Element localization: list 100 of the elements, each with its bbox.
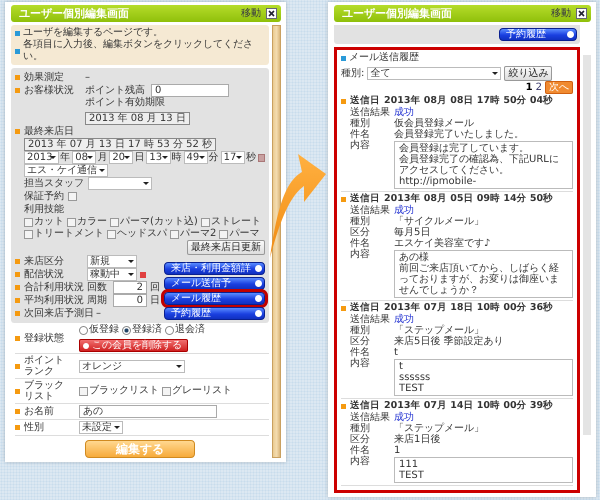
scrollbar[interactable] [272,25,281,458]
field-label: 件名 [350,129,371,140]
checkbox-label: カラー [77,216,107,228]
checkbox[interactable] [200,218,210,226]
play-icon [255,280,262,287]
square-bullet-icon [15,75,20,80]
field-label: 担当スタッフ [24,178,84,190]
checkbox[interactable] [79,386,88,396]
nav-button[interactable]: 来店・利用金額詳 [164,262,265,275]
page-link[interactable]: 2 [536,82,542,94]
checkbox[interactable] [24,230,33,238]
field-value: 来店1日後 [394,434,442,445]
nav-button[interactable]: メール送信予 [164,277,265,290]
field-label: 種別 [350,423,371,434]
checkbox-label: グレーリスト [172,385,232,397]
info-text: 各項目に入力後、編集ボタンをクリックしてください。 [23,39,254,63]
delete-button[interactable]: この会員を削除する [79,339,188,352]
status-link[interactable]: 成功 [394,412,573,423]
name-field[interactable]: あの [79,405,217,418]
dropdown[interactable] [88,177,152,190]
play-icon [255,295,262,302]
section-title: メール送信履歴 [349,52,419,64]
message-field[interactable]: 111 TEST [394,457,573,483]
square-bullet-icon [15,259,20,264]
checkbox-label: パーマ [229,228,260,240]
sent-date: 2013年 08月 08日 17時 50分 04秒 [384,95,554,106]
scrollbar[interactable] [583,55,591,435]
checkbox[interactable] [219,230,228,238]
checkbox[interactable] [170,230,179,238]
field-label: 最終来店日 [24,126,74,138]
dropdown[interactable]: エス・ケイ通信 [24,164,108,177]
dropdown[interactable]: 49 [184,151,208,164]
field-label: 送信結果 [350,412,391,423]
move-link[interactable]: 移動 [241,8,261,20]
checkbox-label: ヘッドスパ [117,228,167,240]
nav-button[interactable]: メール履歴 [164,292,265,305]
page-link[interactable]: 1 [526,82,533,94]
field-value: 1 [394,445,402,456]
radio-button[interactable] [79,326,88,334]
update-button[interactable]: 最終来店日更新 [187,240,265,255]
field-label: お客様状況 [24,84,74,96]
checkbox[interactable] [24,218,33,226]
dropdown[interactable]: 13 [146,151,171,164]
field-label: 送信結果 [350,205,391,216]
message-field[interactable]: 会員登録は完了しています。 会員登録完了の確認為、下記URLにアクセスしてください。 http://ipmobile- [394,141,573,189]
status-link[interactable]: 成功 [394,107,573,118]
dropdown[interactable]: オレンジ [79,360,185,372]
square-bullet-icon [15,285,20,290]
message-field[interactable]: t ssssss TEST [394,359,573,396]
dropdown[interactable]: 全て [367,67,502,80]
radio-button[interactable] [122,326,131,334]
dropdown[interactable]: 08 [72,151,96,164]
field-label: 送信結果 [350,314,391,325]
field-value: t [394,347,399,358]
checkbox-label: パーマ(カット込) [120,216,198,228]
field-label: お名前 [24,406,55,417]
checkbox-label: ストレート [210,216,261,228]
move-link[interactable]: 移動 [551,8,571,20]
close-button[interactable] [576,8,587,19]
dropdown[interactable]: 未設定 [79,421,123,434]
field-label: 保証予約 [24,190,64,202]
field-label: ポイントランク [24,355,65,377]
checkbox[interactable] [110,218,119,226]
checkbox[interactable] [162,386,171,396]
sent-date: 2013年 07月 14日 10時 00分 39秒 [384,400,554,412]
field-label: ポイント有効期限 [85,97,165,109]
square-bullet-icon [15,88,20,93]
checkbox[interactable] [68,192,77,201]
dropdown[interactable]: 20 [109,151,134,164]
field-value: – [96,308,101,320]
points-field[interactable]: 0 [151,84,229,97]
checkbox-label: トリートメント [34,228,104,240]
unit-label: 日 [150,294,160,306]
close-button[interactable] [266,8,277,19]
radio-button[interactable] [165,326,174,334]
filter-button[interactable]: 絞り込み [504,66,552,81]
status-link[interactable]: 成功 [394,314,573,325]
nav-button[interactable]: 予約履歴 [164,307,265,320]
dropdown[interactable]: 新規 [87,255,137,268]
status-link[interactable]: 成功 [394,205,573,216]
field-label: 回数 [87,282,107,294]
checkbox[interactable] [67,218,76,226]
dropdown[interactable]: 稼動中 [87,268,137,281]
unit-label: 日 [134,152,144,164]
square-bullet-icon [15,129,20,134]
unit-label: 月 [97,152,108,164]
message-field[interactable]: あの様 前回ご来店頂いてから、しばらく経っておりますが、お変りは御座いませんでしょうか？ [394,250,573,298]
field-value: – [85,72,90,84]
checkbox[interactable] [107,230,116,238]
nav-button[interactable]: 予約履歴 [499,28,577,41]
dropdown[interactable]: 2013 [24,151,60,164]
field-label: 送信日 [350,95,380,107]
field-label: 内容 [350,456,371,469]
field-label: 内容 [350,140,371,153]
calendar-icon[interactable] [258,154,265,162]
dropdown[interactable]: 17 [220,151,245,164]
field-label: 種別 [350,325,371,336]
unit-label: 回 [150,282,160,294]
field-label: 内容 [350,358,371,371]
square-bullet-icon [15,272,20,277]
